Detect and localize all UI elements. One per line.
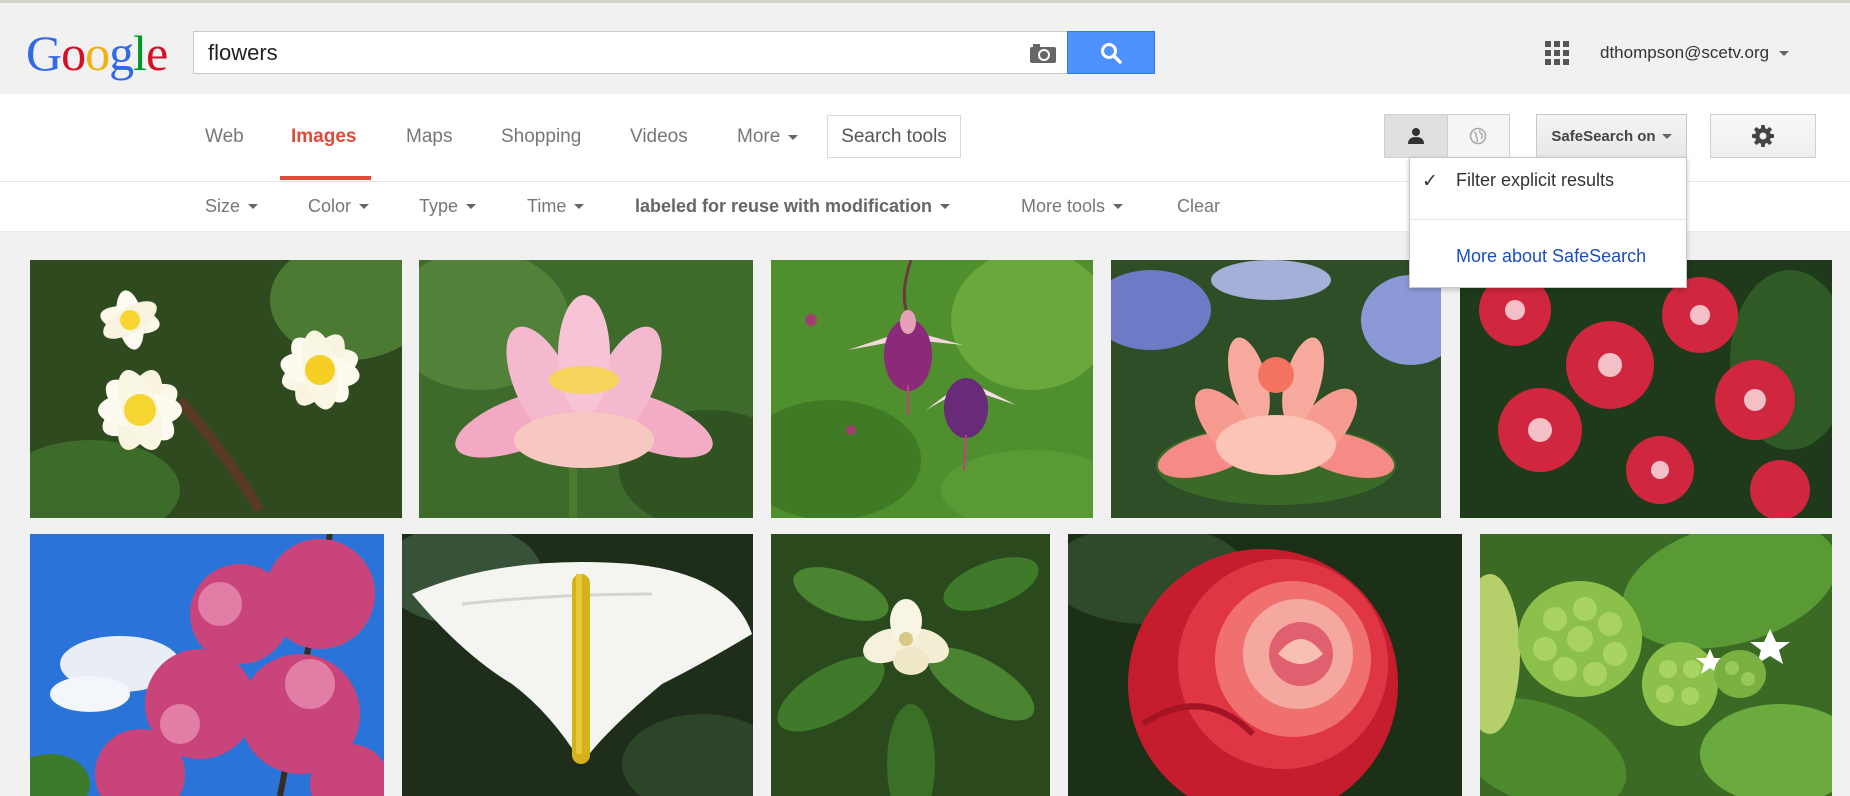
chevron-down-icon	[940, 204, 951, 209]
top-bar: Google dthompson@scetv.org	[0, 0, 1850, 94]
private-results-button[interactable]	[1385, 115, 1447, 157]
red-rose-image	[1068, 534, 1462, 796]
logo-letter: o	[85, 25, 110, 81]
account-email: dthompson@scetv.org	[1600, 43, 1770, 62]
safesearch-dropdown: ✓ Filter explicit results More about Saf…	[1409, 157, 1687, 288]
tool-time-label: Time	[527, 196, 567, 216]
tab-images[interactable]: Images	[291, 126, 356, 148]
chevron-down-icon	[248, 204, 259, 209]
image-result[interactable]	[419, 260, 753, 518]
chevron-down-icon	[1661, 133, 1672, 139]
logo-letter: o	[61, 25, 86, 81]
tab-videos[interactable]: Videos	[630, 126, 688, 148]
tab-shopping[interactable]: Shopping	[501, 126, 581, 148]
tool-more-tools[interactable]: More tools	[1021, 196, 1124, 217]
image-result[interactable]	[771, 260, 1093, 518]
tool-more-tools-label: More tools	[1021, 196, 1106, 216]
globe-icon	[1470, 127, 1487, 145]
chevron-down-icon	[359, 204, 370, 209]
tool-size[interactable]: Size	[205, 196, 259, 217]
camera-icon[interactable]	[1029, 42, 1057, 64]
tab-web[interactable]: Web	[205, 126, 244, 148]
safesearch-label: SafeSearch on	[1551, 127, 1656, 145]
image-results-grid	[0, 232, 1850, 796]
person-icon	[1407, 128, 1424, 144]
settings-button[interactable]	[1710, 114, 1816, 158]
google-logo[interactable]: Google	[26, 25, 168, 81]
tool-time[interactable]: Time	[527, 196, 585, 217]
gear-icon	[1752, 125, 1774, 147]
image-result[interactable]	[402, 534, 753, 796]
chevron-down-icon	[574, 204, 585, 209]
plumeria-image	[30, 260, 402, 518]
logo-letter: e	[146, 25, 168, 81]
tool-type[interactable]: Type	[419, 196, 477, 217]
tab-more[interactable]: More	[737, 126, 799, 148]
image-result[interactable]	[30, 260, 402, 518]
tool-color[interactable]: Color	[308, 196, 370, 217]
tool-usage-rights-label: labeled for reuse with modification	[635, 196, 933, 216]
dianthus-image	[1460, 260, 1832, 518]
apps-grid-icon[interactable]	[1545, 41, 1569, 65]
tab-more-label: More	[737, 126, 781, 147]
noni-fruit-image	[1480, 534, 1832, 796]
image-result[interactable]	[1068, 534, 1462, 796]
chevron-down-icon	[1779, 50, 1790, 56]
search-box	[193, 31, 1067, 74]
logo-letter: l	[133, 25, 147, 81]
search-button[interactable]	[1067, 31, 1155, 74]
active-tab-indicator	[280, 176, 371, 180]
results-toggle	[1384, 114, 1510, 158]
chevron-down-icon	[788, 134, 799, 140]
magnifier-icon	[1101, 42, 1122, 64]
fuchsia-image	[771, 260, 1093, 518]
more-about-safesearch-link[interactable]: More about SafeSearch	[1456, 246, 1732, 267]
image-result[interactable]	[1111, 260, 1441, 518]
logo-letter: g	[109, 25, 134, 81]
image-result[interactable]	[771, 534, 1050, 796]
checkmark-icon: ✓	[1422, 171, 1438, 192]
tool-type-label: Type	[419, 196, 459, 216]
image-result[interactable]	[30, 534, 384, 796]
chevron-down-icon	[466, 204, 477, 209]
pink-water-lily-image	[1111, 260, 1441, 518]
search-tools-button[interactable]: Search tools	[827, 115, 961, 158]
search-input[interactable]	[208, 32, 1028, 73]
account-menu[interactable]: dthompson@scetv.org	[1600, 43, 1790, 63]
tool-usage-rights[interactable]: labeled for reuse with modification	[635, 196, 951, 217]
filter-explicit-option[interactable]: Filter explicit results	[1456, 170, 1732, 191]
safesearch-button[interactable]: SafeSearch on	[1536, 114, 1687, 158]
tool-color-label: Color	[308, 196, 352, 216]
lotus-image	[419, 260, 753, 518]
tab-maps[interactable]: Maps	[406, 126, 452, 148]
dropdown-divider	[1410, 219, 1686, 220]
image-result[interactable]	[1480, 534, 1832, 796]
tool-clear[interactable]: Clear	[1177, 196, 1220, 217]
image-result[interactable]	[1460, 260, 1832, 518]
cherry-blossom-image	[30, 534, 384, 796]
tool-size-label: Size	[205, 196, 241, 216]
chevron-down-icon	[1113, 204, 1124, 209]
global-results-button[interactable]	[1446, 115, 1509, 157]
magnolia-image	[771, 534, 1050, 796]
calla-lily-image	[402, 534, 753, 796]
logo-letter: G	[26, 25, 62, 81]
